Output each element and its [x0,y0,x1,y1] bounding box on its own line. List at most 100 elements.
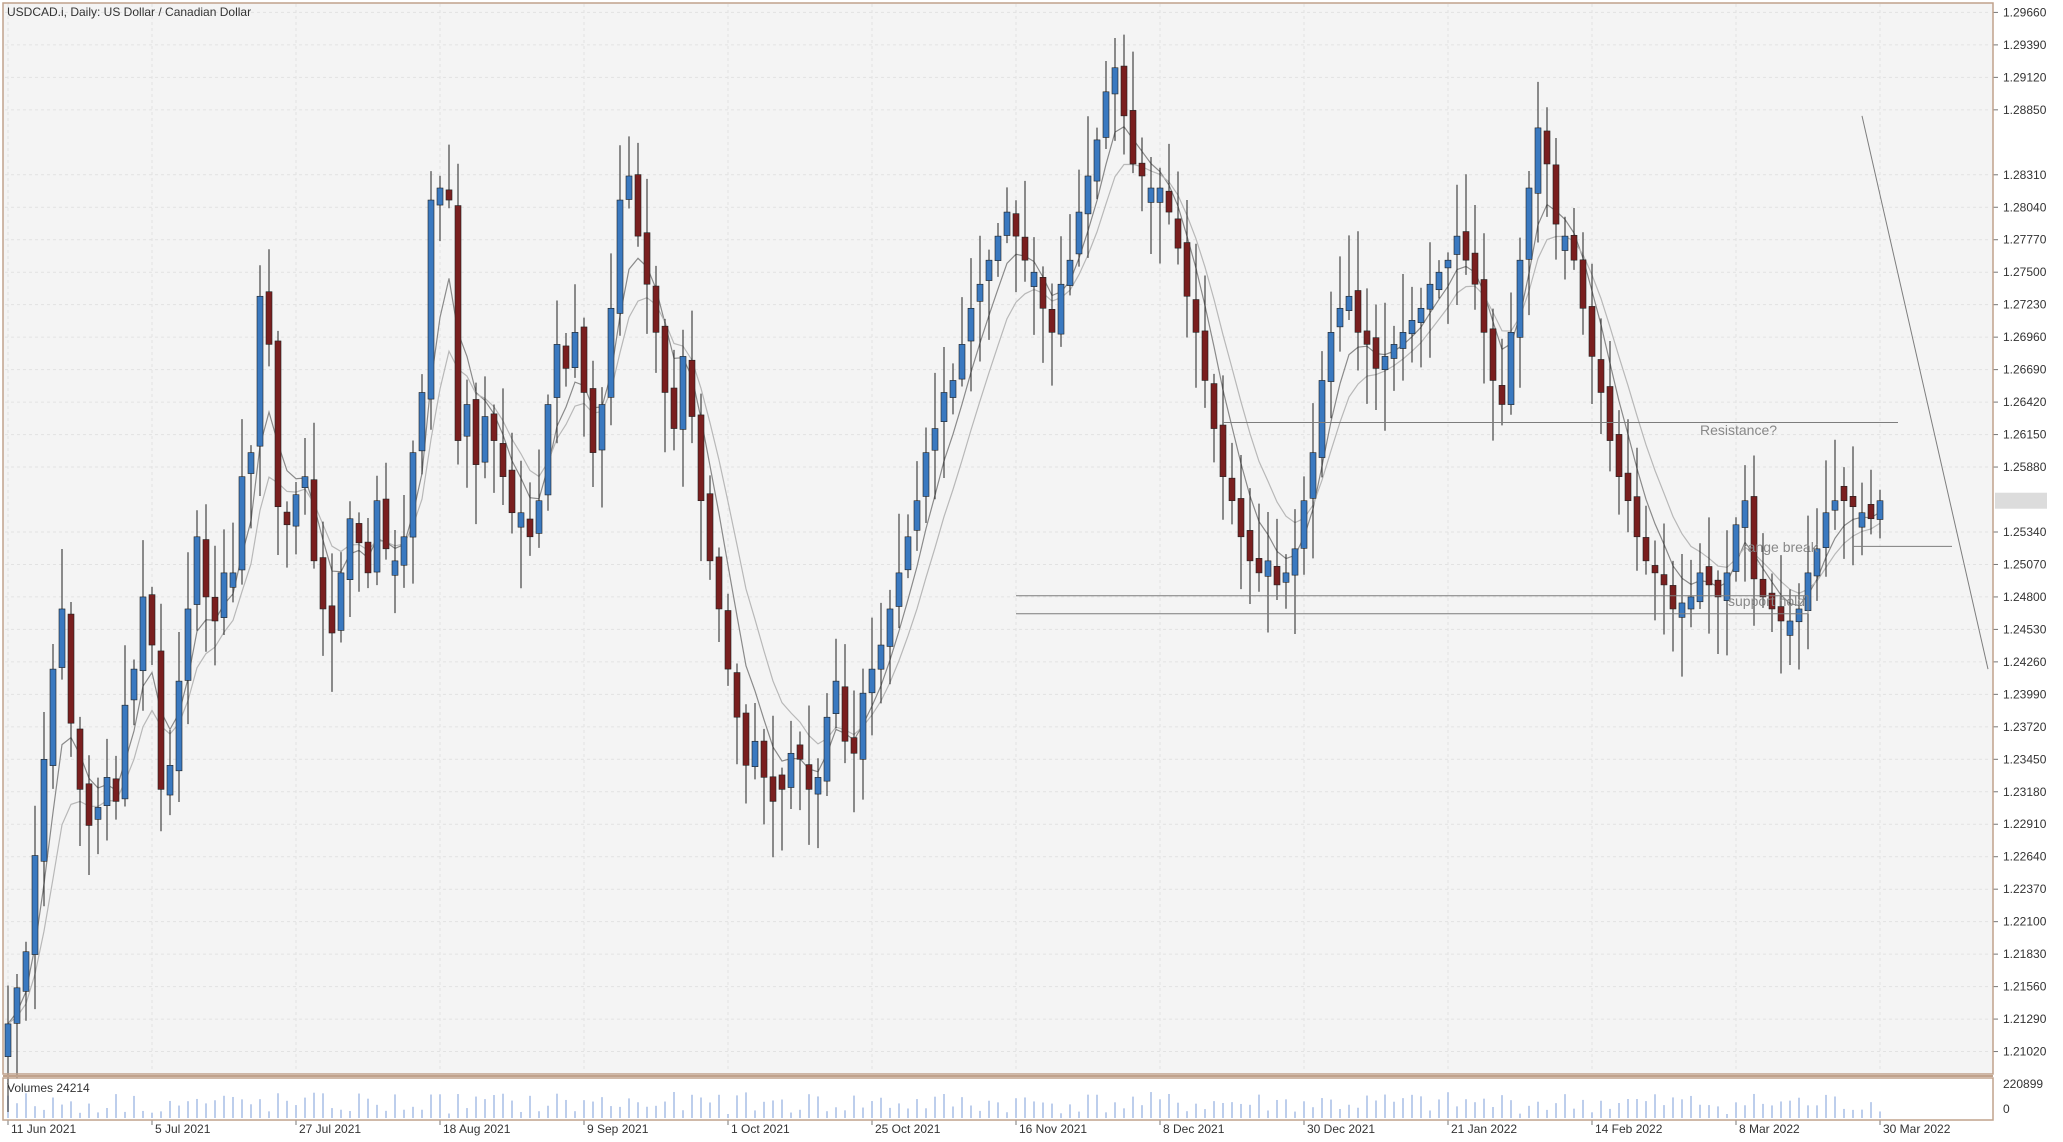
candle-body [679,356,687,430]
candle-body [823,716,831,782]
volume-label: Volumes 24214 [7,1081,90,1095]
candle-body [1543,130,1551,165]
time-tick-label: 27 Jul 2021 [299,1122,361,1136]
current-price-tag [1995,492,2047,509]
candle-body [49,668,57,766]
candle-body [319,557,327,610]
candle-body [1237,498,1245,538]
price-tick-label: 1.21830 [2003,947,2047,961]
candle-body [373,500,381,573]
candle-body [31,855,39,955]
candle-body [544,404,552,496]
candle-body [1732,524,1740,572]
candle-body [1570,235,1578,261]
candle-body [1624,472,1632,502]
candle-body [1075,211,1083,255]
candle-body [238,476,246,571]
price-tick-label: 1.23990 [2003,687,2047,701]
candle-body [418,392,426,452]
candle-body [1516,259,1524,338]
candle-body [724,610,732,670]
time-tick-label: 30 Dec 2021 [1307,1122,1375,1136]
candle [544,394,552,511]
candle-body [1615,434,1623,477]
candle-body [166,765,174,796]
candle-body [1435,271,1443,291]
price-tick-label: 1.26690 [2003,363,2047,377]
candle-body [1291,548,1299,576]
candle-body [1129,110,1137,165]
time-tick-label: 14 Feb 2022 [1595,1122,1663,1136]
candle-body [1102,91,1110,138]
candle-body [1660,574,1668,586]
time-tick-label: 5 Jul 2021 [155,1122,211,1136]
candle-body [445,189,453,201]
candle-body [382,498,390,550]
candle-body [850,737,858,754]
candle-body [1795,608,1803,623]
candle-body [364,541,372,574]
candle-body [1534,127,1542,194]
time-tick-label: 25 Oct 2021 [875,1122,941,1136]
annotation-resistance: Resistance? [1700,422,1777,438]
candle-body [1858,512,1866,528]
candle-body [481,416,489,463]
time-tick-label: 8 Dec 2021 [1163,1122,1225,1136]
candle-body [562,345,570,369]
price-tick-label: 1.22100 [2003,915,2047,929]
candle-body [265,291,273,345]
candle-body [958,344,966,380]
candle-body [634,174,642,237]
candle-body [1192,299,1200,333]
price-tick-label: 1.29660 [2003,5,2047,19]
candle-body [1309,452,1317,499]
chart-window: 1.29660 1.29390 1.29120 1.28850 1.28310 1.280… [0,0,2063,1137]
candle-body [913,500,921,531]
time-tick-label: 30 Mar 2022 [1883,1122,1951,1136]
candle-body [4,1023,12,1057]
price-tick-label: 1.21290 [2003,1012,2047,1026]
price-tick-label: 1.22640 [2003,850,2047,864]
candle-body [58,608,66,668]
candle-body [1426,283,1434,310]
candle-body [229,572,237,588]
candle-body [211,596,219,622]
candle-body [1012,213,1020,237]
candle-body [1687,596,1695,610]
price-tick-label: 1.28040 [2003,200,2047,214]
candle-body [1579,259,1587,309]
candle-body [1048,308,1056,333]
volume-scale-max: 220899 [2003,1077,2043,1091]
candle-body [1678,602,1686,618]
candle-body [13,987,21,1024]
candle-body [1381,356,1389,371]
candle-body [769,776,777,802]
candle-body [1561,235,1569,251]
candle-body [1597,359,1605,393]
candle-body [436,187,444,206]
candle-body [85,783,93,826]
candle-body [67,613,75,724]
candle-body [1174,218,1182,249]
candle-body [994,235,1002,261]
annotation-range-break: range break [1743,539,1819,555]
candle-body [355,523,363,544]
candle-body [733,672,741,718]
candle-body [1651,565,1659,574]
candle-body [1408,320,1416,335]
candle-body [1642,537,1650,562]
annotation-support-hold: support hold [1728,593,1805,609]
candle-body [796,744,804,760]
candle-body [1093,139,1101,182]
price-tick-label: 1.23720 [2003,720,2047,734]
candle-body [391,560,399,576]
price-tick-label: 1.27230 [2003,298,2047,312]
candle-body [688,359,696,417]
candle-body [1525,187,1533,260]
candle-body [1498,385,1506,405]
candle-body [1084,175,1092,215]
candle-body [1282,572,1290,583]
candle-body [490,413,498,441]
candle-body [805,764,813,790]
candle-body [40,758,48,862]
